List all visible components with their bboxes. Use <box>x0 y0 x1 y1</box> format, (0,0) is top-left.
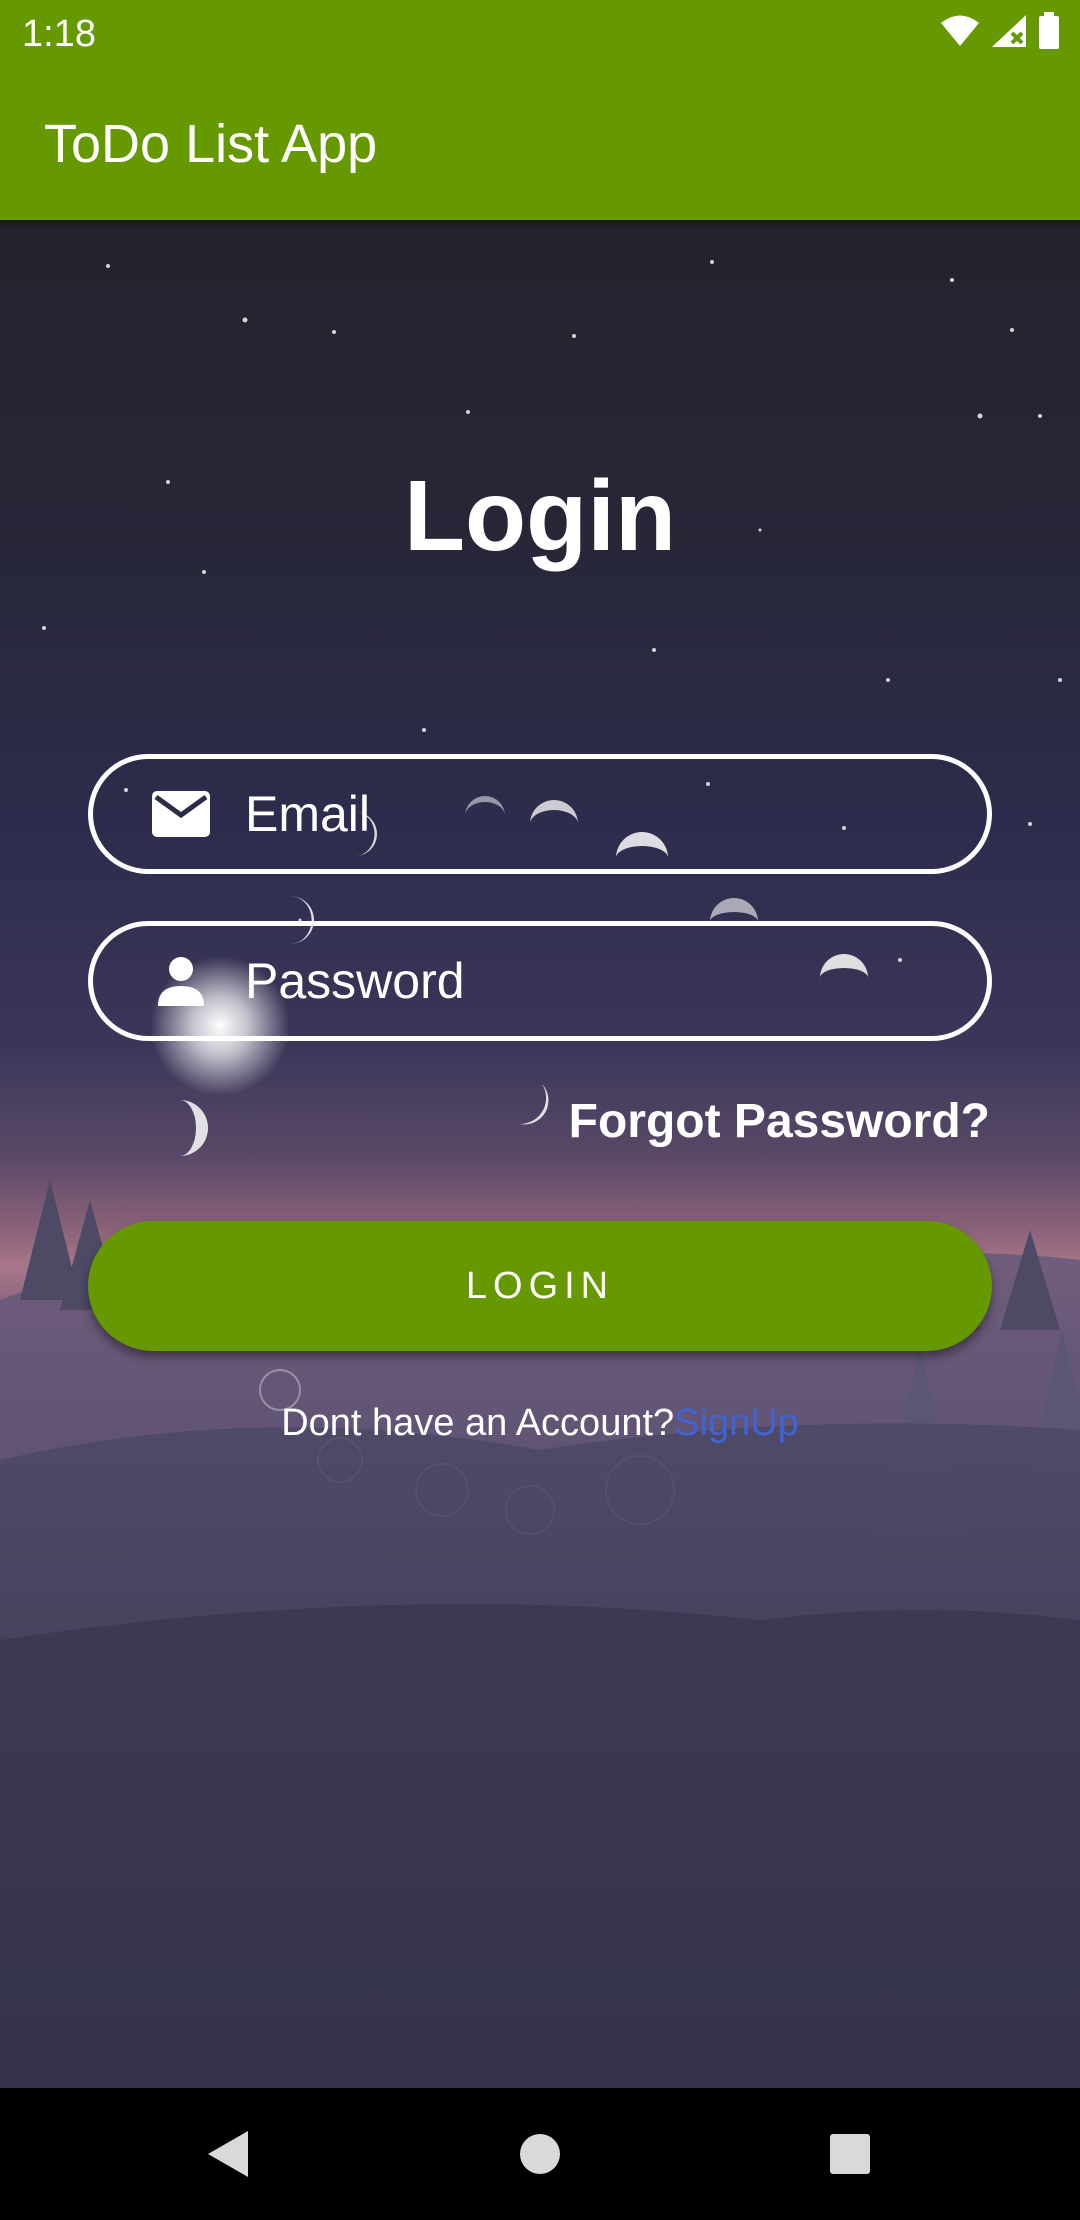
recents-icon[interactable] <box>814 2118 886 2190</box>
app-bar: ToDo List App <box>0 66 1080 220</box>
signal-icon <box>990 13 1028 54</box>
app-title: ToDo List App <box>44 114 378 174</box>
wifi-icon <box>940 14 980 53</box>
email-input[interactable] <box>245 785 947 843</box>
signup-prompt: Dont have an Account? <box>281 1402 675 1444</box>
signup-link[interactable]: SignUp <box>674 1402 799 1444</box>
login-title: Login <box>403 460 677 572</box>
login-button[interactable]: LOGIN <box>88 1221 992 1351</box>
battery-icon <box>1038 11 1060 55</box>
forgot-password-link[interactable]: Forgot Password? <box>569 1092 990 1152</box>
status-time: 1:18 <box>22 13 96 55</box>
status-icons <box>940 11 1060 55</box>
email-icon <box>151 784 211 844</box>
signup-row: Dont have an Account?SignUp <box>0 1398 1080 1448</box>
email-field[interactable] <box>88 754 992 874</box>
home-icon[interactable] <box>504 2118 576 2190</box>
password-input[interactable] <box>245 952 947 1010</box>
status-bar: 1:18 <box>0 0 1080 66</box>
back-icon[interactable] <box>192 2118 264 2190</box>
person-icon <box>151 951 211 1011</box>
navigation-bar <box>0 2088 1080 2220</box>
screen: 1:18 ToDo List App Login Email Forgot Pa… <box>0 0 1080 2220</box>
password-field[interactable] <box>88 921 992 1041</box>
